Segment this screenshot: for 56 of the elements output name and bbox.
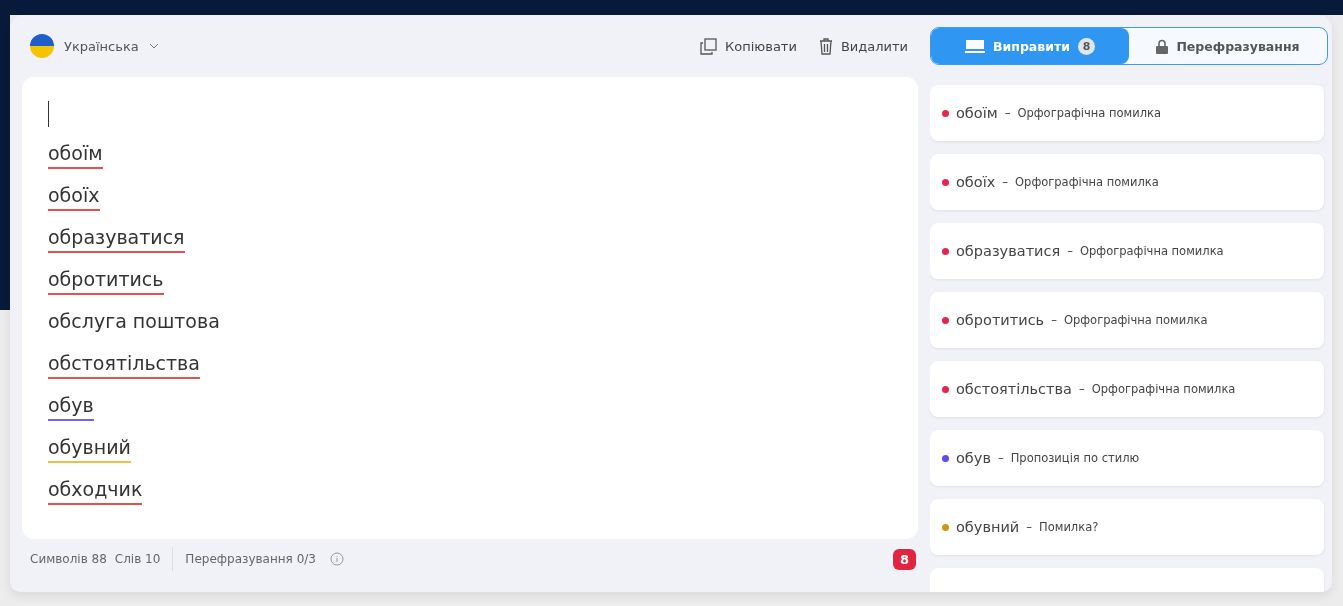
dash: –	[1026, 520, 1033, 534]
underlined-word[interactable]: обходчик	[48, 477, 143, 505]
underlined-word[interactable]: обув	[48, 393, 94, 421]
suggestion-card[interactable]: обоїм – Орфографічна помилка	[930, 85, 1324, 141]
trash-icon	[818, 37, 833, 55]
count-badge: 8	[1078, 37, 1095, 55]
word-count: Слів 10	[114, 552, 161, 566]
suggestion-word: обоїм	[956, 105, 998, 121]
suggestion-type: Орфографічна помилка	[1063, 313, 1208, 327]
suggestion-word: обув	[956, 450, 991, 466]
lock-icon	[1156, 38, 1169, 54]
suggestion-type: Орфографічна помилка	[1091, 382, 1236, 396]
suggestion-card[interactable]: обстоятільства – Орфографічна помилка	[930, 361, 1324, 417]
suggestion-type: Орфографічна помилка	[1017, 106, 1162, 120]
dash: –	[1078, 382, 1085, 396]
language-selector[interactable]: Українська	[22, 34, 159, 58]
info-icon[interactable]	[329, 552, 344, 566]
copy-button[interactable]: Копіювати	[700, 37, 797, 55]
delete-button[interactable]: Видалити	[818, 37, 908, 55]
underlined-word[interactable]: обротитись	[48, 267, 164, 295]
suggestion-card[interactable]: обув – Пропозиція по стилю	[930, 430, 1324, 486]
underlined-word[interactable]: обоїх	[48, 183, 100, 211]
suggestion-word: обувний	[956, 519, 1020, 535]
suggestion-card[interactable]: обротитись – Орфографічна помилка	[930, 292, 1324, 348]
suggestion-type: Помилка?	[1039, 520, 1099, 534]
dash: –	[1051, 313, 1057, 327]
suggestion-type: Пропозиція по стилю	[1010, 451, 1140, 465]
dash: –	[1002, 175, 1009, 189]
copy-icon	[700, 37, 717, 55]
character-count: Символів 88	[30, 552, 107, 566]
suggestion-word: обоїх	[956, 174, 996, 190]
suggestion-word: обротитись	[956, 312, 1045, 328]
underlined-word[interactable]: обоїм	[48, 141, 103, 169]
suggestion-card[interactable]: обувний – Помилка?	[930, 499, 1324, 555]
issue-count-badge: 8	[892, 548, 916, 570]
tab[interactable]: Виправити 8	[931, 28, 1129, 64]
flag-icon	[30, 34, 54, 58]
text-editor[interactable]: обоїм обоїх образуватися обротитись обслуга поштова обстоятільства обув обувний обходчик	[22, 77, 918, 539]
tab[interactable]: Перефразування	[1129, 28, 1327, 64]
suggestion-word: образуватися	[956, 243, 1061, 259]
text-cursor	[48, 101, 49, 127]
underlined-word[interactable]: обувний	[48, 435, 131, 463]
dash: –	[1004, 106, 1011, 120]
paraphrase-count: Перефразування 0/3	[185, 552, 316, 566]
suggestion-card[interactable]: обоїх – Орфографічна помилка	[930, 154, 1324, 210]
suggestion-type: Орфографічна помилка	[1079, 244, 1224, 258]
laptop-icon	[965, 39, 985, 53]
dash: –	[997, 451, 1004, 465]
suggestion-type: Орфографічна помилка	[1015, 175, 1159, 189]
editor-text: обслуга поштова	[48, 309, 220, 334]
dash: –	[1067, 244, 1073, 258]
underlined-word[interactable]: обстоятільства	[48, 351, 200, 379]
suggestion-card[interactable]: образуватися – Орфографічна помилка	[930, 223, 1324, 279]
chevron-down-icon	[148, 43, 159, 49]
underlined-word[interactable]: образуватися	[48, 225, 185, 253]
suggestion-word: обстоятільства	[956, 381, 1072, 397]
